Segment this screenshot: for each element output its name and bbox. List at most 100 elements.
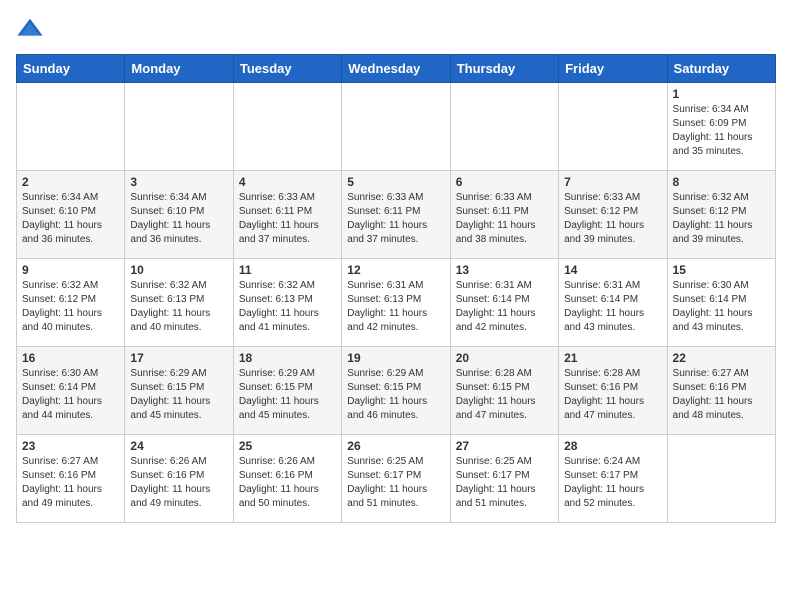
calendar-week-row: 1 Sunrise: 6:34 AM Sunset: 6:09 PM Daylig… xyxy=(17,83,776,171)
calendar-cell: 4 Sunrise: 6:33 AM Sunset: 6:11 PM Daylig… xyxy=(233,171,341,259)
day-of-week-header: Tuesday xyxy=(233,55,341,83)
day-info: Sunrise: 6:31 AM Sunset: 6:14 PM Dayligh… xyxy=(456,279,553,335)
day-number: 20 xyxy=(456,351,553,365)
calendar-cell: 16 Sunrise: 6:30 AM Sunset: 6:14 PM Dayli… xyxy=(17,347,125,435)
day-of-week-header: Friday xyxy=(559,55,667,83)
day-number: 16 xyxy=(22,351,119,365)
day-number: 5 xyxy=(347,175,444,189)
day-number: 4 xyxy=(239,175,336,189)
calendar-cell xyxy=(233,83,341,171)
day-info: Sunrise: 6:25 AM Sunset: 6:17 PM Dayligh… xyxy=(347,455,444,511)
day-info: Sunrise: 6:26 AM Sunset: 6:16 PM Dayligh… xyxy=(239,455,336,511)
calendar-cell: 15 Sunrise: 6:30 AM Sunset: 6:14 PM Dayli… xyxy=(667,259,775,347)
logo-icon xyxy=(16,16,44,44)
calendar-cell: 21Sunrise: 6:28 AM Sunset: 6:16 PM Dayli… xyxy=(559,347,667,435)
calendar-cell: 25 Sunrise: 6:26 AM Sunset: 6:16 PM Dayli… xyxy=(233,435,341,523)
day-info: Sunrise: 6:33 AM Sunset: 6:11 PM Dayligh… xyxy=(456,191,553,247)
calendar-cell xyxy=(17,83,125,171)
day-of-week-header: Sunday xyxy=(17,55,125,83)
day-info: Sunrise: 6:28 AM Sunset: 6:16 PM Dayligh… xyxy=(564,367,661,423)
calendar-cell: 19 Sunrise: 6:29 AM Sunset: 6:15 PM Dayli… xyxy=(342,347,450,435)
calendar-cell: 11Sunrise: 6:32 AM Sunset: 6:13 PM Dayli… xyxy=(233,259,341,347)
day-info: Sunrise: 6:29 AM Sunset: 6:15 PM Dayligh… xyxy=(130,367,227,423)
day-info: Sunrise: 6:25 AM Sunset: 6:17 PM Dayligh… xyxy=(456,455,553,511)
calendar-cell: 20 Sunrise: 6:28 AM Sunset: 6:15 PM Dayli… xyxy=(450,347,558,435)
logo xyxy=(16,16,48,44)
calendar-cell xyxy=(559,83,667,171)
calendar-week-row: 16 Sunrise: 6:30 AM Sunset: 6:14 PM Dayli… xyxy=(17,347,776,435)
calendar-cell: 26 Sunrise: 6:25 AM Sunset: 6:17 PM Dayli… xyxy=(342,435,450,523)
day-info: Sunrise: 6:29 AM Sunset: 6:15 PM Dayligh… xyxy=(347,367,444,423)
day-number: 10 xyxy=(130,263,227,277)
calendar: SundayMondayTuesdayWednesdayThursdayFrid… xyxy=(16,54,776,523)
day-info: Sunrise: 6:29 AM Sunset: 6:15 PM Dayligh… xyxy=(239,367,336,423)
calendar-week-row: 9 Sunrise: 6:32 AM Sunset: 6:12 PM Daylig… xyxy=(17,259,776,347)
calendar-cell: 17 Sunrise: 6:29 AM Sunset: 6:15 PM Dayli… xyxy=(125,347,233,435)
calendar-cell: 3 Sunrise: 6:34 AM Sunset: 6:10 PM Daylig… xyxy=(125,171,233,259)
day-info: Sunrise: 6:33 AM Sunset: 6:11 PM Dayligh… xyxy=(347,191,444,247)
day-info: Sunrise: 6:27 AM Sunset: 6:16 PM Dayligh… xyxy=(673,367,770,423)
day-number: 13 xyxy=(456,263,553,277)
calendar-cell: 7 Sunrise: 6:33 AM Sunset: 6:12 PM Daylig… xyxy=(559,171,667,259)
day-number: 19 xyxy=(347,351,444,365)
day-number: 8 xyxy=(673,175,770,189)
day-number: 25 xyxy=(239,439,336,453)
day-info: Sunrise: 6:31 AM Sunset: 6:14 PM Dayligh… xyxy=(564,279,661,335)
calendar-cell: 27 Sunrise: 6:25 AM Sunset: 6:17 PM Dayli… xyxy=(450,435,558,523)
calendar-header-row: SundayMondayTuesdayWednesdayThursdayFrid… xyxy=(17,55,776,83)
calendar-cell xyxy=(450,83,558,171)
calendar-cell: 10 Sunrise: 6:32 AM Sunset: 6:13 PM Dayli… xyxy=(125,259,233,347)
day-number: 1 xyxy=(673,87,770,101)
day-info: Sunrise: 6:26 AM Sunset: 6:16 PM Dayligh… xyxy=(130,455,227,511)
page-header xyxy=(16,16,776,44)
calendar-cell: 24 Sunrise: 6:26 AM Sunset: 6:16 PM Dayli… xyxy=(125,435,233,523)
day-info: Sunrise: 6:33 AM Sunset: 6:11 PM Dayligh… xyxy=(239,191,336,247)
calendar-cell: 1 Sunrise: 6:34 AM Sunset: 6:09 PM Daylig… xyxy=(667,83,775,171)
day-info: Sunrise: 6:32 AM Sunset: 6:13 PM Dayligh… xyxy=(130,279,227,335)
day-of-week-header: Saturday xyxy=(667,55,775,83)
day-info: Sunrise: 6:34 AM Sunset: 6:09 PM Dayligh… xyxy=(673,103,770,159)
day-of-week-header: Wednesday xyxy=(342,55,450,83)
calendar-cell: 22 Sunrise: 6:27 AM Sunset: 6:16 PM Dayli… xyxy=(667,347,775,435)
day-number: 2 xyxy=(22,175,119,189)
day-of-week-header: Thursday xyxy=(450,55,558,83)
day-info: Sunrise: 6:27 AM Sunset: 6:16 PM Dayligh… xyxy=(22,455,119,511)
day-info: Sunrise: 6:33 AM Sunset: 6:12 PM Dayligh… xyxy=(564,191,661,247)
day-number: 7 xyxy=(564,175,661,189)
day-of-week-header: Monday xyxy=(125,55,233,83)
calendar-cell: 5 Sunrise: 6:33 AM Sunset: 6:11 PM Daylig… xyxy=(342,171,450,259)
calendar-cell xyxy=(125,83,233,171)
day-number: 28 xyxy=(564,439,661,453)
calendar-week-row: 2 Sunrise: 6:34 AM Sunset: 6:10 PM Daylig… xyxy=(17,171,776,259)
calendar-cell: 23 Sunrise: 6:27 AM Sunset: 6:16 PM Dayli… xyxy=(17,435,125,523)
calendar-cell: 14Sunrise: 6:31 AM Sunset: 6:14 PM Dayli… xyxy=(559,259,667,347)
calendar-cell: 9 Sunrise: 6:32 AM Sunset: 6:12 PM Daylig… xyxy=(17,259,125,347)
day-info: Sunrise: 6:24 AM Sunset: 6:17 PM Dayligh… xyxy=(564,455,661,511)
day-number: 22 xyxy=(673,351,770,365)
calendar-cell: 18 Sunrise: 6:29 AM Sunset: 6:15 PM Dayli… xyxy=(233,347,341,435)
calendar-cell: 28 Sunrise: 6:24 AM Sunset: 6:17 PM Dayli… xyxy=(559,435,667,523)
day-info: Sunrise: 6:34 AM Sunset: 6:10 PM Dayligh… xyxy=(130,191,227,247)
calendar-cell xyxy=(342,83,450,171)
day-number: 12 xyxy=(347,263,444,277)
day-number: 26 xyxy=(347,439,444,453)
day-number: 6 xyxy=(456,175,553,189)
day-number: 24 xyxy=(130,439,227,453)
day-info: Sunrise: 6:32 AM Sunset: 6:12 PM Dayligh… xyxy=(22,279,119,335)
day-number: 27 xyxy=(456,439,553,453)
day-number: 3 xyxy=(130,175,227,189)
calendar-week-row: 23 Sunrise: 6:27 AM Sunset: 6:16 PM Dayli… xyxy=(17,435,776,523)
day-info: Sunrise: 6:28 AM Sunset: 6:15 PM Dayligh… xyxy=(456,367,553,423)
day-number: 17 xyxy=(130,351,227,365)
day-info: Sunrise: 6:30 AM Sunset: 6:14 PM Dayligh… xyxy=(22,367,119,423)
calendar-cell: 2Sunrise: 6:34 AM Sunset: 6:10 PM Daylig… xyxy=(17,171,125,259)
day-info: Sunrise: 6:30 AM Sunset: 6:14 PM Dayligh… xyxy=(673,279,770,335)
day-number: 18 xyxy=(239,351,336,365)
day-info: Sunrise: 6:31 AM Sunset: 6:13 PM Dayligh… xyxy=(347,279,444,335)
day-number: 23 xyxy=(22,439,119,453)
day-number: 9 xyxy=(22,263,119,277)
day-number: 15 xyxy=(673,263,770,277)
calendar-cell: 6 Sunrise: 6:33 AM Sunset: 6:11 PM Daylig… xyxy=(450,171,558,259)
calendar-cell: 13 Sunrise: 6:31 AM Sunset: 6:14 PM Dayli… xyxy=(450,259,558,347)
calendar-cell xyxy=(667,435,775,523)
